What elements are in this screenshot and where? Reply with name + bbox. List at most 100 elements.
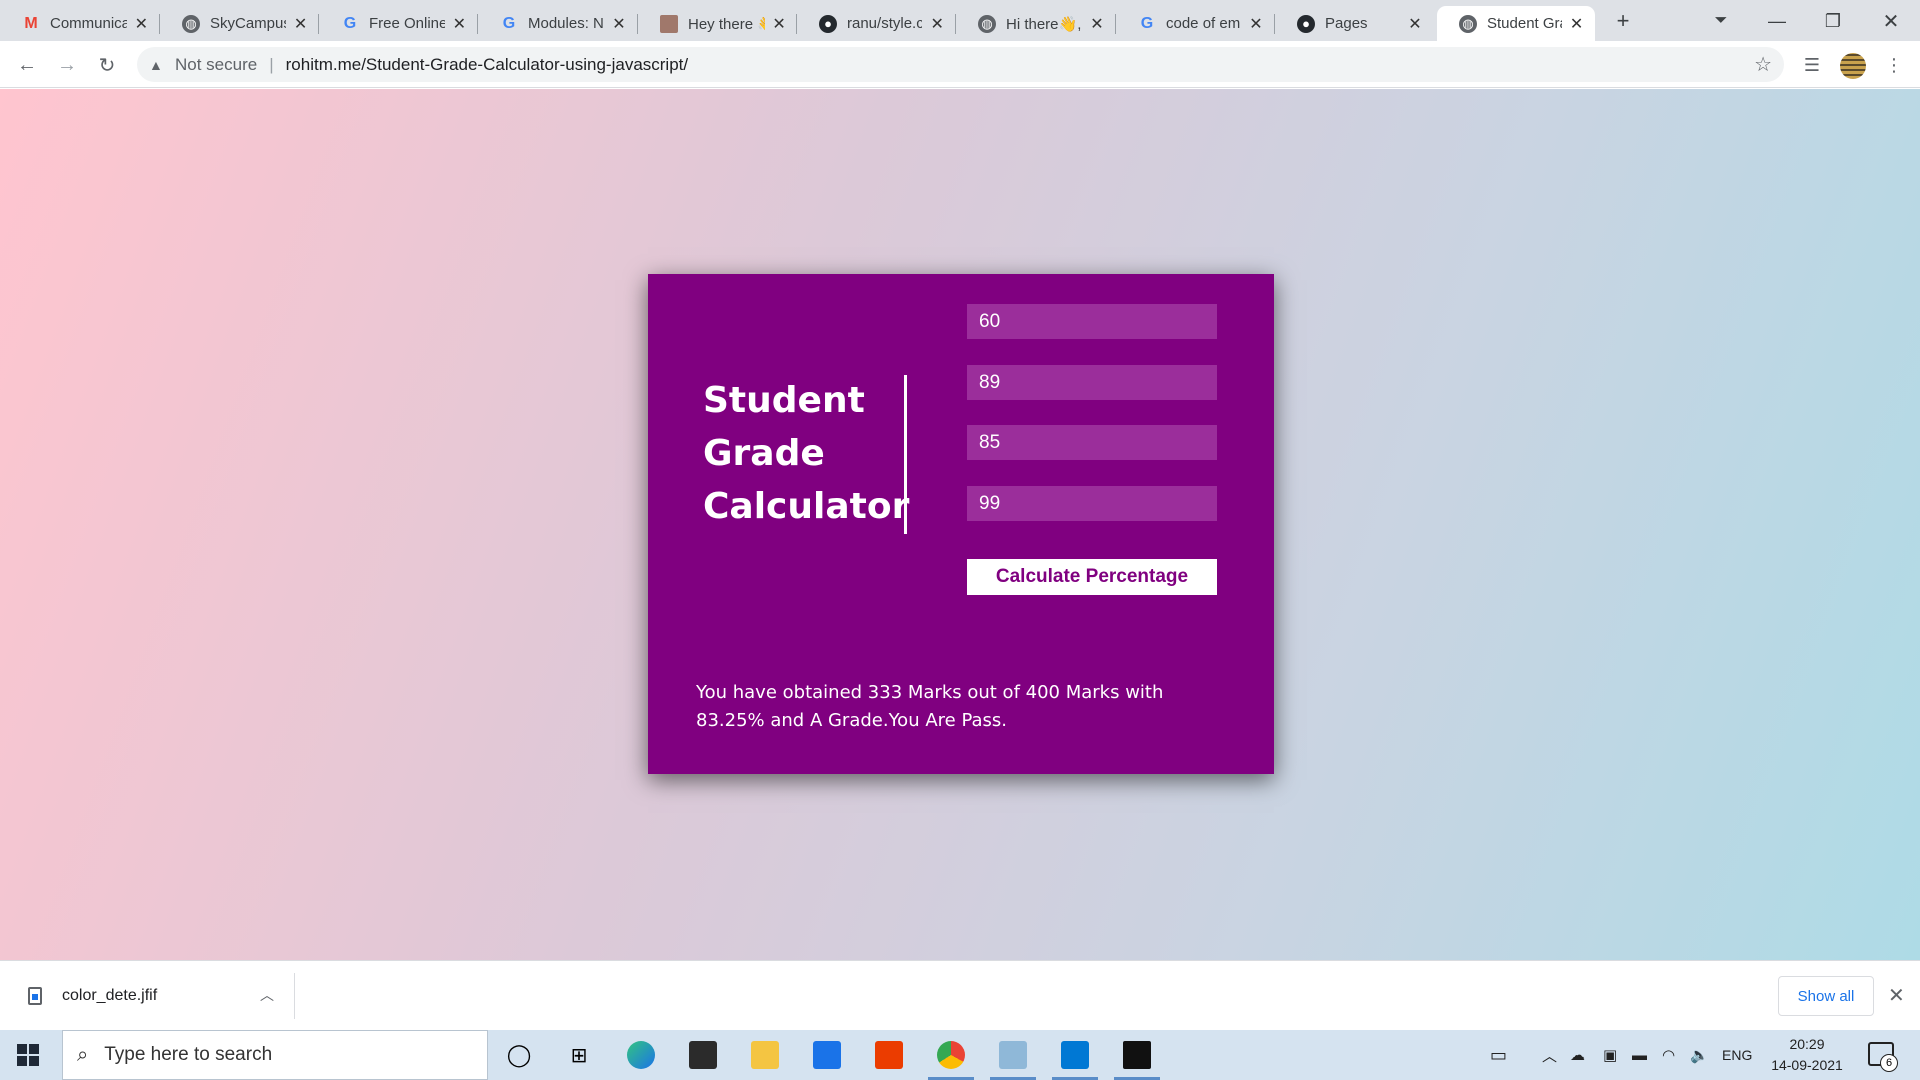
tab-search-icon[interactable]: ⏷	[1706, 6, 1736, 36]
file-explorer-icon[interactable]	[736, 1030, 794, 1080]
task-view-icon[interactable]: ⊞	[550, 1030, 608, 1080]
store-icon[interactable]	[674, 1030, 732, 1080]
show-hidden-icons[interactable]: ︿	[1542, 1030, 1557, 1080]
image-icon	[660, 14, 678, 33]
close-tab-icon[interactable]: ✕	[928, 14, 946, 34]
title-divider	[904, 375, 907, 534]
download-shelf: color_dete.jfif ︿ Show all ✕	[0, 960, 1920, 1030]
tab-gmail[interactable]: M Communica ✕	[0, 6, 160, 41]
mark-input-1[interactable]	[967, 304, 1217, 339]
tab-free-online[interactable]: G Free Online ✕	[319, 6, 478, 41]
taskbar-search[interactable]: ⌕ Type here to search	[62, 1030, 488, 1080]
edge-icon[interactable]	[612, 1030, 670, 1080]
search-icon: ⌕	[77, 1043, 89, 1066]
close-window-icon[interactable]: ✕	[1876, 6, 1906, 36]
tab-pages[interactable]: ● Pages ✕	[1275, 6, 1434, 41]
download-item[interactable]: color_dete.jfif ︿	[20, 973, 295, 1019]
close-tab-icon[interactable]: ✕	[1568, 14, 1585, 34]
tab-title: code of em	[1166, 15, 1241, 32]
tab-title: Modules: N	[528, 15, 604, 32]
back-icon[interactable]: ←	[12, 50, 42, 80]
github-icon: ●	[1297, 14, 1315, 33]
tab-title: Pages	[1325, 15, 1368, 32]
tab-title: Free Online	[369, 15, 445, 32]
office-icon[interactable]	[860, 1030, 918, 1080]
tab-title: SkyCampus	[210, 15, 287, 32]
forward-icon[interactable]: →	[52, 50, 82, 80]
title-line: Grade	[703, 433, 825, 474]
clock-time: 20:29	[1789, 1036, 1825, 1052]
vscode-icon[interactable]	[1046, 1030, 1104, 1080]
browser-tab-strip: M Communica ✕ ◍ SkyCampus ✕ G Free Onlin…	[0, 0, 1920, 41]
github-icon: ●	[819, 14, 837, 33]
onedrive-icon[interactable]: ☁	[1570, 1030, 1585, 1080]
warning-icon: ▲	[149, 56, 163, 73]
bookmark-star-icon[interactable]: ☆	[1754, 52, 1772, 77]
download-file-name[interactable]: color_dete.jfif	[62, 987, 157, 1005]
language-indicator[interactable]: ENG	[1722, 1030, 1752, 1080]
tab-title: Communica	[50, 15, 127, 32]
close-tab-icon[interactable]: ✕	[292, 14, 309, 34]
show-all-button[interactable]: Show all	[1778, 976, 1874, 1016]
chrome-icon[interactable]	[922, 1030, 980, 1080]
tab-style-css[interactable]: ● ranu/style.c ✕	[797, 6, 956, 41]
close-tab-icon[interactable]: ✕	[771, 14, 787, 34]
close-tab-icon[interactable]: ✕	[451, 14, 468, 34]
windows-start-icon[interactable]	[17, 1044, 39, 1066]
security-label[interactable]: Not secure	[175, 55, 257, 75]
close-tab-icon[interactable]: ✕	[133, 14, 150, 34]
search-placeholder: Type here to search	[104, 1044, 273, 1065]
close-tab-icon[interactable]: ✕	[1088, 14, 1106, 34]
mark-input-3[interactable]	[967, 425, 1217, 460]
restore-icon[interactable]: ❐	[1818, 6, 1848, 36]
tab-skycampus[interactable]: ◍ SkyCampus ✕	[160, 6, 319, 41]
mark-input-4[interactable]	[967, 486, 1217, 521]
close-shelf-icon[interactable]: ✕	[1888, 983, 1905, 1008]
tab-modules[interactable]: G Modules: N ✕	[478, 6, 638, 41]
cortana-icon[interactable]: ◯	[490, 1030, 548, 1080]
google-icon: G	[1140, 14, 1154, 32]
profile-avatar[interactable]	[1840, 53, 1866, 79]
tab-student-grade[interactable]: ◍ Student Gra ✕	[1437, 6, 1595, 41]
tab-hey-there[interactable]: Hey there 👋 ✕	[638, 6, 797, 41]
meet-icon[interactable]: ▣	[1603, 1030, 1617, 1080]
google-icon: G	[502, 14, 516, 32]
tab-title: Hi there👋,	[1006, 15, 1082, 33]
title-line: Calculator	[703, 486, 910, 527]
chevron-up-icon[interactable]: ︿	[260, 985, 274, 1005]
tab-title: ranu/style.c	[847, 15, 923, 32]
tab-title: Hey there 👋	[688, 15, 765, 33]
app-title: Student Grade Calculator	[703, 374, 910, 533]
tab-code-of-em[interactable]: G code of em ✕	[1116, 6, 1275, 41]
tab-title: Student Gra	[1487, 15, 1563, 32]
windows-taskbar: ⌕ Type here to search ◯ ⊞ ▭ ︿ ☁ ▣ ▬ ◠ 🔈 …	[0, 1030, 1920, 1080]
globe-icon: ◍	[978, 14, 996, 33]
file-icon	[28, 987, 42, 1005]
browser-toolbar: ← → ↻ ▲ Not secure | rohitm.me/Student-G…	[0, 41, 1920, 88]
terminal-icon[interactable]	[1108, 1030, 1166, 1080]
calculate-percentage-button[interactable]: Calculate Percentage	[967, 559, 1217, 595]
address-bar[interactable]: ▲ Not secure | rohitm.me/Student-Grade-C…	[137, 47, 1784, 82]
tray-keyboard-icon[interactable]: ▭	[1490, 1030, 1507, 1080]
battery-icon[interactable]: ▬	[1632, 1030, 1647, 1080]
mark-input-2[interactable]	[967, 365, 1217, 400]
close-tab-icon[interactable]: ✕	[1247, 14, 1265, 34]
reading-list-icon[interactable]: ☰	[1798, 51, 1826, 79]
tab-hi-there[interactable]: ◍ Hi there👋, ✕	[956, 6, 1116, 41]
clock-date: 14-09-2021	[1771, 1057, 1843, 1073]
gmail-icon: M	[24, 14, 38, 32]
system-clock[interactable]: 20:29 14-09-2021	[1762, 1034, 1852, 1076]
close-tab-icon[interactable]: ✕	[610, 14, 628, 34]
app-icon[interactable]	[984, 1030, 1042, 1080]
result-text: You have obtained 333 Marks out of 400 M…	[696, 682, 1164, 731]
minimize-icon[interactable]: —	[1762, 6, 1792, 36]
new-tab-icon[interactable]: +	[1608, 6, 1638, 36]
close-tab-icon[interactable]: ✕	[1406, 14, 1424, 34]
reload-icon[interactable]: ↻	[92, 50, 122, 80]
mail-icon[interactable]	[798, 1030, 856, 1080]
volume-icon[interactable]: 🔈	[1690, 1030, 1709, 1080]
globe-icon: ◍	[182, 14, 200, 33]
wifi-icon[interactable]: ◠	[1662, 1030, 1675, 1080]
browser-menu-icon[interactable]: ⋮	[1880, 51, 1908, 79]
url-text[interactable]: rohitm.me/Student-Grade-Calculator-using…	[286, 55, 689, 75]
